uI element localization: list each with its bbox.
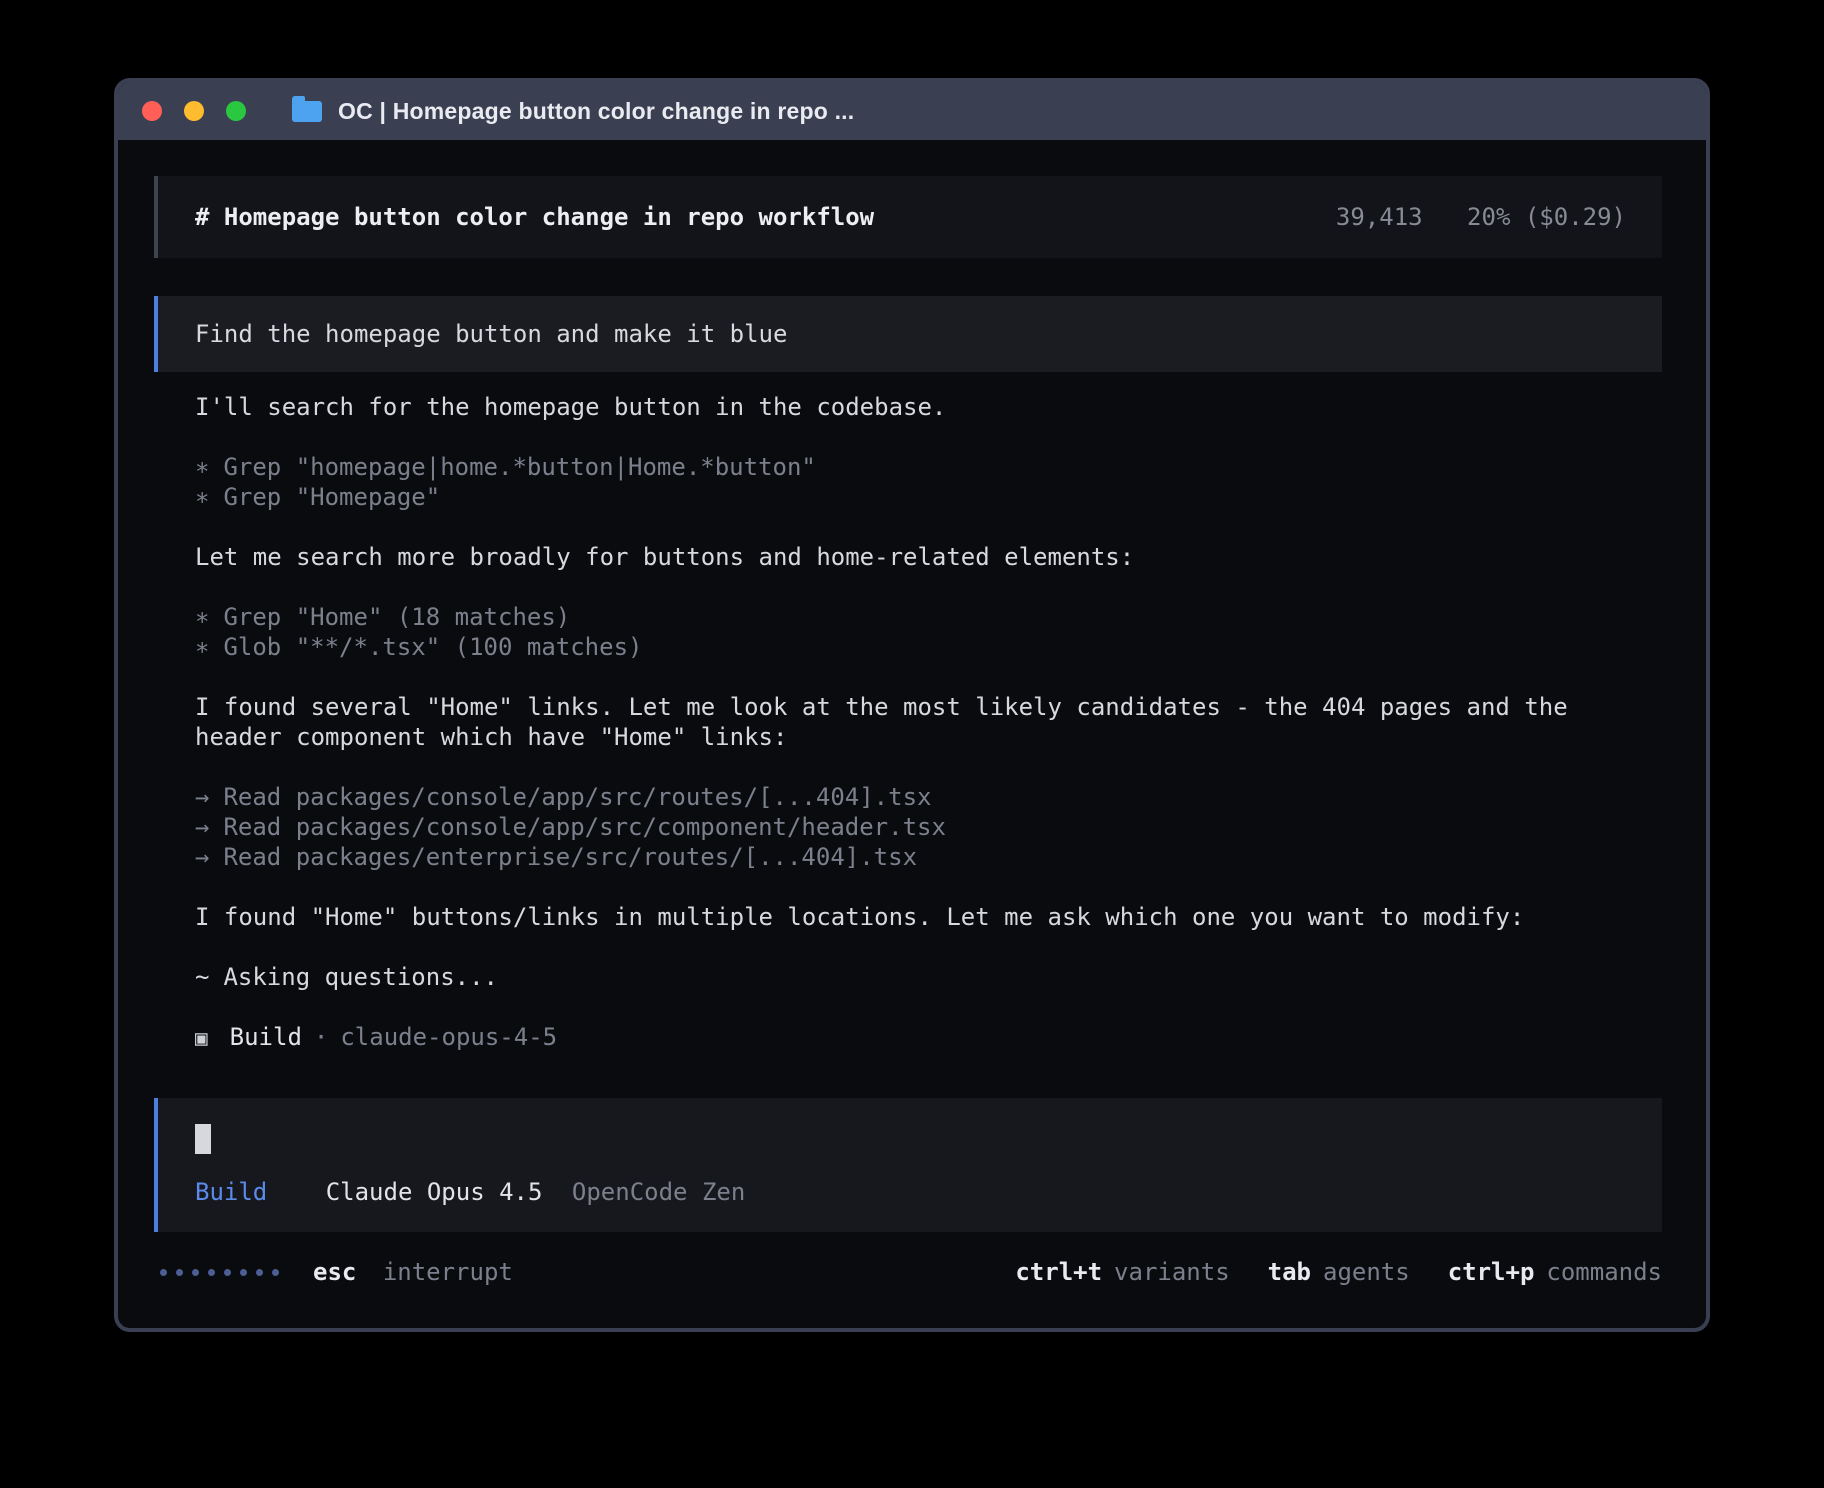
- status-text: Asking questions...: [223, 963, 498, 991]
- model-label: Claude Opus 4.5: [326, 1178, 543, 1206]
- hint-label: variants: [1114, 1258, 1230, 1286]
- blank-line: [195, 992, 1662, 1022]
- key-hint: ctrl+p commands: [1448, 1258, 1662, 1286]
- minimize-button[interactable]: [184, 101, 204, 121]
- blank-line: [195, 662, 1662, 692]
- close-button[interactable]: [142, 101, 162, 121]
- blank-line: [195, 572, 1662, 602]
- key-label: esc: [313, 1258, 356, 1286]
- user-message: Find the homepage button and make it blu…: [154, 296, 1662, 372]
- spinner-dot: [208, 1269, 215, 1276]
- user-message-text: Find the homepage button and make it blu…: [195, 320, 787, 348]
- window-title: OC | Homepage button color change in rep…: [338, 98, 854, 125]
- spinner-dot: [192, 1269, 199, 1276]
- key-label: ctrl+t: [1015, 1258, 1102, 1286]
- arrow-icon: →: [195, 783, 209, 811]
- tool-text: Read packages/enterprise/src/routes/[...…: [223, 843, 917, 871]
- zoom-button[interactable]: [226, 101, 246, 121]
- tool-line: → Read packages/console/app/src/component…: [195, 812, 1662, 842]
- blank-line: [195, 752, 1662, 782]
- statusbar-right: ctrl+t variants tab agents ctrl+p commands: [1015, 1258, 1662, 1286]
- key-hint: tab agents: [1268, 1258, 1410, 1286]
- statusbar-left: esc interrupt: [160, 1258, 513, 1286]
- spinner: [160, 1269, 279, 1276]
- provider-label: OpenCode Zen: [572, 1178, 745, 1206]
- token-count: 39,413: [1336, 203, 1423, 231]
- terminal-body: # Homepage button color change in repo w…: [118, 140, 1706, 1286]
- spinner-dot: [176, 1269, 183, 1276]
- folder-icon: [292, 101, 322, 122]
- session-meta: 39,413 20% ($0.29): [1336, 203, 1626, 231]
- hint-label: agents: [1323, 1258, 1410, 1286]
- assistant-paragraph: Let me search more broadly for buttons a…: [195, 542, 1662, 572]
- spinner-dot: [272, 1269, 279, 1276]
- key-hint-interrupt: esc interrupt: [313, 1258, 513, 1286]
- asterisk-icon: ∗: [195, 483, 209, 511]
- tool-line: ∗ Glob "**/*.tsx" (100 matches): [195, 632, 1662, 662]
- key-label: tab: [1268, 1258, 1311, 1286]
- text-text: Let me search more broadly for buttons a…: [195, 543, 1134, 571]
- agent-mode-label: Build: [195, 1178, 267, 1206]
- input-mode-row: Build Claude Opus 4.5 OpenCode Zen: [195, 1178, 1626, 1206]
- text-text: I'll search for the homepage button in t…: [195, 393, 946, 421]
- terminal-window: OC | Homepage button color change in rep…: [114, 78, 1710, 1332]
- spinner-dot: [240, 1269, 247, 1276]
- spinner-dot: [160, 1269, 167, 1276]
- tool-text: Grep "Homepage": [223, 483, 440, 511]
- tilde-icon: ~: [195, 963, 209, 991]
- session-title: # Homepage button color change in repo w…: [195, 203, 874, 231]
- key-label: ctrl+p: [1448, 1258, 1535, 1286]
- tool-text: Glob "**/*.tsx" (100 matches): [223, 633, 642, 661]
- assistant-paragraph: I'll search for the homepage button in t…: [195, 392, 1662, 422]
- context-usage: 20% ($0.29): [1467, 203, 1626, 231]
- asterisk-icon: ∗: [195, 453, 209, 481]
- statusbar: esc interrupt ctrl+tvariantstabagentsctr…: [154, 1258, 1662, 1286]
- titlebar[interactable]: OC | Homepage button color change in rep…: [118, 82, 1706, 140]
- hint-label: commands: [1546, 1258, 1662, 1286]
- tool-text: Grep "Home" (18 matches): [223, 603, 570, 631]
- spinner-dot: [224, 1269, 231, 1276]
- tool-text: Read packages/console/app/src/routes/[..…: [223, 783, 931, 811]
- agent-model: claude-opus-4-5: [340, 1023, 557, 1051]
- blank-line: [195, 932, 1662, 962]
- separator: ·: [314, 1023, 328, 1051]
- arrow-icon: →: [195, 813, 209, 841]
- assistant-paragraph: I found several "Home" links. Let me loo…: [195, 692, 1662, 752]
- conversation: I'll search for the homepage button in t…: [154, 392, 1662, 1053]
- status-line: ~ Asking questions...: [195, 962, 1662, 992]
- traffic-lights: [142, 101, 246, 121]
- tool-line: → Read packages/enterprise/src/routes/[..…: [195, 842, 1662, 872]
- session-header: # Homepage button color change in repo w…: [154, 176, 1662, 258]
- tool-text: Read packages/console/app/src/component/…: [223, 813, 945, 841]
- agent-icon: ▣: [195, 1026, 208, 1050]
- tool-line: ∗ Grep "homepage|home.*button|Home.*butto…: [195, 452, 1662, 482]
- agent-name: Build: [230, 1023, 302, 1051]
- text-text: I found "Home" buttons/links in multiple…: [195, 903, 1524, 931]
- asterisk-icon: ∗: [195, 633, 209, 661]
- key-hint: ctrl+t variants: [1015, 1258, 1229, 1286]
- tool-line: ∗ Grep "Home" (18 matches): [195, 602, 1662, 632]
- agent-line: ▣ Build · claude-opus-4-5: [195, 1022, 1662, 1053]
- tool-line: ∗ Grep "Homepage": [195, 482, 1662, 512]
- asterisk-icon: ∗: [195, 603, 209, 631]
- blank-line: [195, 422, 1662, 452]
- assistant-paragraph: I found "Home" buttons/links in multiple…: [195, 902, 1662, 932]
- hint-label: interrupt: [383, 1258, 513, 1286]
- prompt-input[interactable]: Build Claude Opus 4.5 OpenCode Zen: [154, 1098, 1662, 1232]
- text-cursor: [195, 1124, 211, 1154]
- text-text: I found several "Home" links. Let me loo…: [195, 693, 1568, 751]
- blank-line: [195, 512, 1662, 542]
- spinner-dot: [256, 1269, 263, 1276]
- tool-text: Grep "homepage|home.*button|Home.*button…: [223, 453, 815, 481]
- tool-line: → Read packages/console/app/src/routes/[.…: [195, 782, 1662, 812]
- arrow-icon: →: [195, 843, 209, 871]
- blank-line: [195, 872, 1662, 902]
